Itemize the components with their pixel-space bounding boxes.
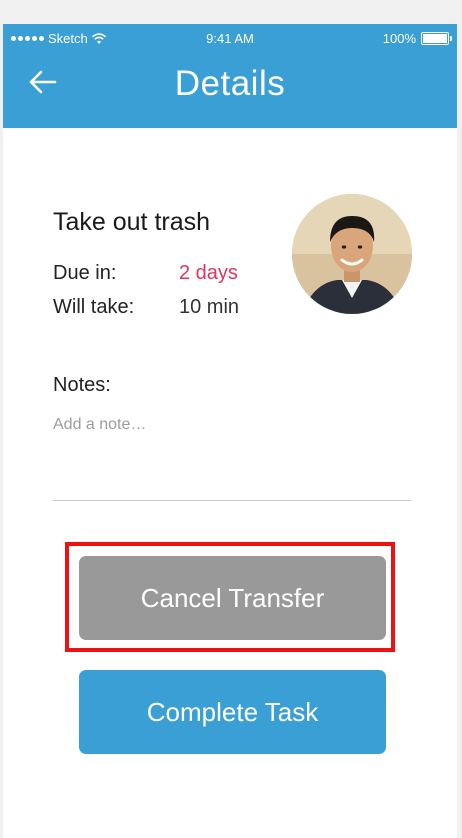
battery-percent: 100% — [382, 31, 416, 46]
due-value: 2 days — [179, 262, 238, 284]
page-title: Details — [174, 64, 286, 103]
battery-group: 100% — [382, 31, 452, 46]
due-row: Due in: 2 days — [53, 262, 238, 285]
task-title: Take out trash — [53, 208, 211, 236]
avatar — [292, 194, 412, 314]
cancel-transfer-button[interactable]: Cancel Transfer — [79, 556, 386, 640]
duration-row: Will take: 10 min — [53, 296, 239, 319]
duration-value: 10 min — [179, 296, 240, 318]
status-bar: Sketch 9:41 AM 100% — [3, 24, 457, 52]
battery-icon — [421, 32, 452, 45]
avatar-image — [292, 194, 412, 314]
phone-screen: Sketch 9:41 AM 100% Details Take out tra… — [3, 24, 457, 838]
header-bar: Sketch 9:41 AM 100% Details — [3, 24, 457, 128]
complete-task-button[interactable]: Complete Task — [79, 670, 386, 754]
note-input[interactable] — [53, 416, 411, 501]
duration-label: Will take: — [53, 296, 135, 318]
notes-label: Notes: — [53, 374, 111, 396]
due-label: Due in: — [53, 262, 117, 284]
